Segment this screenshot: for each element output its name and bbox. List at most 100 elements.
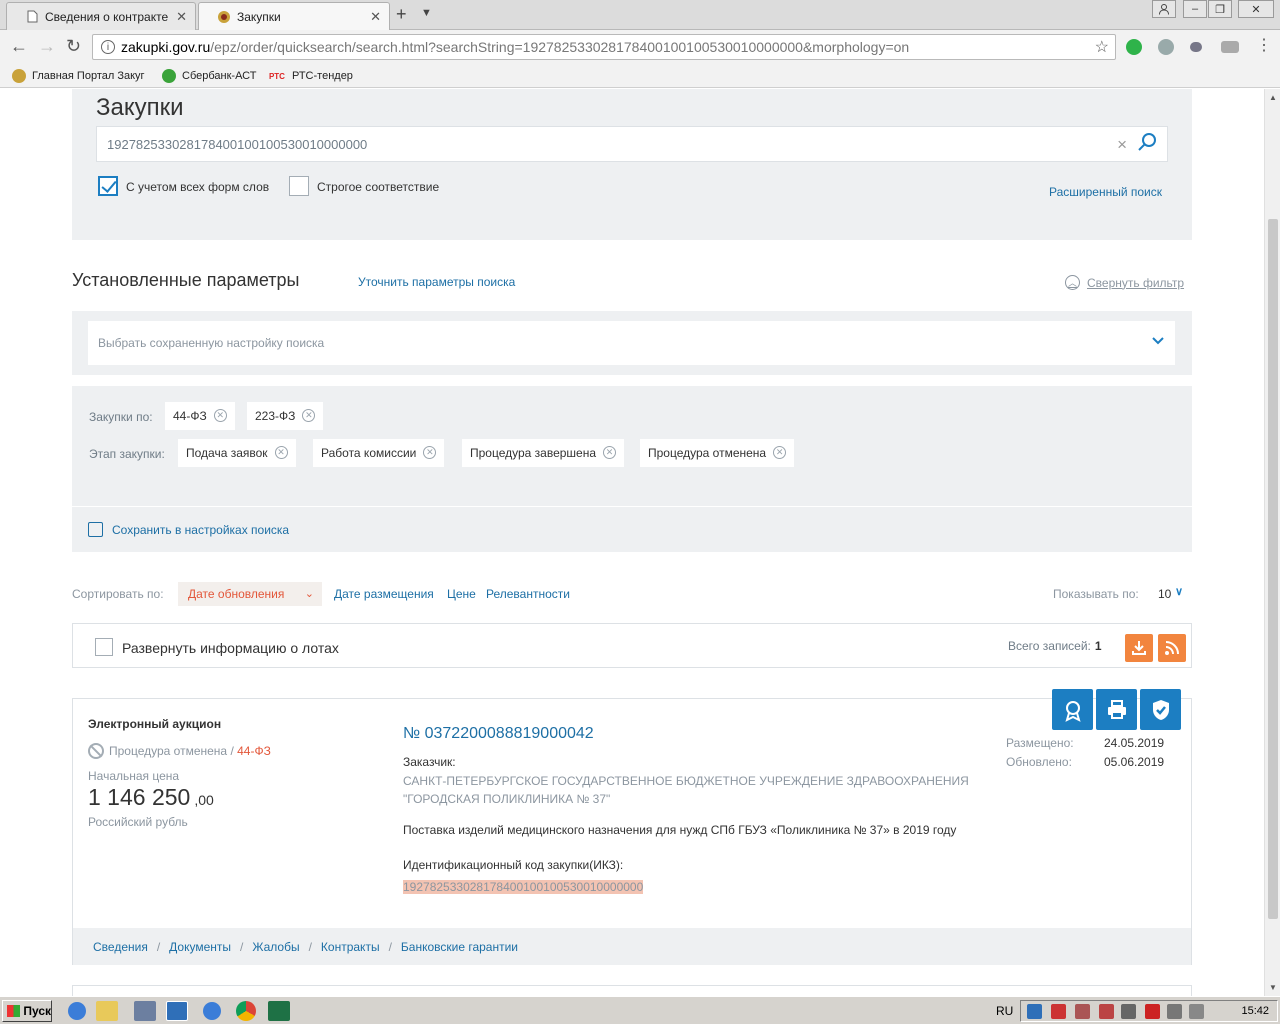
tray-app-icon[interactable] (1075, 1004, 1090, 1019)
link-contracts[interactable]: Контракты (321, 940, 380, 954)
tab-list-chevron-icon[interactable]: ▼ (421, 7, 432, 19)
expand-lots-checkbox[interactable] (95, 638, 113, 656)
sort-active-label: Дате обновления (188, 587, 285, 601)
saved-settings-placeholder: Выбрать сохраненную настройку поиска (98, 336, 325, 350)
bookmark-rts-tender[interactable]: РТС РТС-тендер (268, 69, 353, 83)
chip-stage-commission: Работа комиссии ✕ (313, 439, 445, 467)
language-indicator[interactable]: RU (996, 1004, 1013, 1018)
link-bank-guarantees[interactable]: Банковские гарантии (401, 940, 518, 954)
strict-checkbox[interactable] (289, 176, 309, 196)
back-icon[interactable]: ← (10, 36, 28, 57)
sort-by-relevance[interactable]: Релевантности (486, 587, 570, 601)
sort-label: Сортировать по: (72, 587, 164, 601)
chip-label: Процедура завершена (470, 446, 597, 460)
address-bar[interactable]: i zakupki.gov.ru/epz/order/quicksearch/s… (92, 34, 1116, 60)
link-info[interactable]: Сведения (93, 940, 148, 954)
bookmark-sberbank-ast[interactable]: Сбербанк-АСТ (162, 69, 256, 83)
link-complaints[interactable]: Жалобы (252, 940, 299, 954)
shield-check-icon (1152, 699, 1169, 720)
rss-icon (1165, 641, 1179, 655)
saved-settings-select[interactable]: Выбрать сохраненную настройку поиска (88, 321, 1175, 365)
download-button[interactable] (1125, 634, 1153, 662)
bookmark-portal[interactable]: Главная Портал Закуг (12, 69, 145, 83)
morphology-checkbox[interactable] (98, 176, 118, 196)
new-tab-icon[interactable]: + (396, 4, 407, 25)
chevron-down-icon: ⌄ (304, 588, 314, 600)
profile-icon[interactable] (1152, 0, 1176, 18)
page-size-value[interactable]: 10 (1158, 587, 1171, 601)
clock[interactable]: 15:42 (1241, 1005, 1269, 1017)
tab-close-icon[interactable]: ✕ (176, 9, 187, 25)
remove-chip-icon[interactable]: ✕ (603, 446, 617, 459)
initial-price: 1 146 250,00 (88, 784, 214, 811)
search-icon[interactable] (1137, 132, 1157, 152)
extension-drive-icon[interactable] (1221, 41, 1239, 53)
sort-by-price[interactable]: Цене (447, 587, 476, 601)
advanced-search-link[interactable]: Расширенный поиск (1049, 185, 1162, 199)
tray-app-icon[interactable] (1051, 1004, 1066, 1019)
security-button[interactable] (1140, 689, 1181, 730)
emblem-icon (12, 69, 26, 83)
page-scrollbar[interactable]: ▲ ▼ (1264, 89, 1280, 996)
clear-icon[interactable]: × (1117, 135, 1127, 155)
volume-icon[interactable] (1189, 1004, 1204, 1019)
scroll-thumb[interactable] (1268, 219, 1278, 919)
ie-icon[interactable] (203, 1002, 221, 1020)
results-toolbar: Развернуть информацию о лотах Всего запи… (72, 623, 1192, 668)
extension-lightning-icon[interactable] (1126, 39, 1142, 55)
posted-date: 24.05.2019 (1104, 736, 1165, 750)
remove-chip-icon[interactable]: ✕ (274, 446, 288, 459)
chevron-down-icon[interactable]: ∨ (1175, 585, 1183, 598)
tray-printer-icon[interactable] (1167, 1004, 1182, 1019)
remove-chip-icon[interactable]: ✕ (213, 409, 227, 422)
total-count: 1 (1094, 639, 1102, 653)
tab-zakupki[interactable]: Закупки ✕ (198, 2, 390, 30)
start-button[interactable]: Пуск (2, 1000, 52, 1022)
save-settings-link[interactable]: Сохранить в настройках поиска (72, 506, 1192, 552)
emblem-icon (217, 10, 231, 24)
morphology-label: С учетом всех форм слов (126, 180, 270, 194)
remove-chip-icon[interactable]: ✕ (302, 409, 316, 422)
refine-search-link[interactable]: Уточнить параметры поиска (358, 275, 515, 289)
bookmark-star-icon[interactable]: ☆ (1095, 37, 1109, 57)
purchase-number-link[interactable]: № 0372200088819000042 (403, 725, 594, 743)
search-panel: Закупки 19278253302817840010010053001000… (72, 89, 1192, 240)
link-documents[interactable]: Документы (169, 940, 231, 954)
sort-by-date-posted[interactable]: Дате размещения (334, 587, 434, 601)
sort-row: Сортировать по: Дате обновления ⌄ Дате р… (72, 582, 1192, 606)
collapse-filter-link[interactable]: ︿ Свернуть фильтр (1065, 275, 1184, 290)
ie-icon[interactable] (68, 1002, 86, 1020)
chip-law-44: 44-ФЗ ✕ (165, 402, 235, 430)
tray-network-icon[interactable] (1121, 1004, 1136, 1019)
explorer-folder-icon[interactable] (96, 1001, 118, 1021)
rss-button[interactable] (1158, 634, 1186, 662)
app-icon[interactable] (134, 1001, 156, 1021)
menu-kebab-icon[interactable]: ⋮ (1256, 35, 1272, 55)
teamviewer-icon[interactable] (166, 1001, 188, 1021)
teamviewer-tray-icon[interactable] (1027, 1004, 1042, 1019)
certificate-button[interactable] (1052, 689, 1093, 730)
remove-chip-icon[interactable]: ✕ (423, 446, 437, 459)
extension-puzzle-icon[interactable] (1158, 39, 1174, 55)
law-label: 44-ФЗ (237, 744, 271, 758)
scroll-down-icon[interactable]: ▼ (1269, 983, 1277, 992)
reload-icon[interactable]: ↻ (66, 36, 81, 57)
chrome-icon[interactable] (236, 1001, 256, 1021)
tab-close-icon[interactable]: ✕ (370, 9, 381, 25)
print-button[interactable] (1096, 689, 1137, 730)
customer-name[interactable]: САНКТ-ПЕТЕРБУРГСКОЕ ГОСУДАРСТВЕННОЕ БЮДЖ… (403, 772, 983, 808)
site-info-icon[interactable]: i (101, 40, 115, 54)
restore-icon[interactable]: ❐ (1208, 0, 1232, 18)
close-window-icon[interactable]: ✕ (1238, 0, 1274, 18)
extension-chat-icon[interactable] (1190, 42, 1202, 52)
scroll-up-icon[interactable]: ▲ (1269, 93, 1277, 102)
tab-contract-info[interactable]: Сведения о контракте ✕ (6, 2, 196, 30)
tray-tool-icon[interactable] (1099, 1004, 1114, 1019)
excel-icon[interactable] (268, 1001, 290, 1021)
remove-chip-icon[interactable]: ✕ (773, 446, 787, 459)
search-input[interactable]: 192782533028178400100100530010000000 × (96, 126, 1168, 162)
sort-active-select[interactable]: Дате обновления ⌄ (178, 582, 322, 606)
minimize-icon[interactable]: – (1183, 0, 1207, 18)
tray-pdf-icon[interactable] (1145, 1004, 1160, 1019)
forward-icon[interactable]: → (38, 36, 56, 57)
